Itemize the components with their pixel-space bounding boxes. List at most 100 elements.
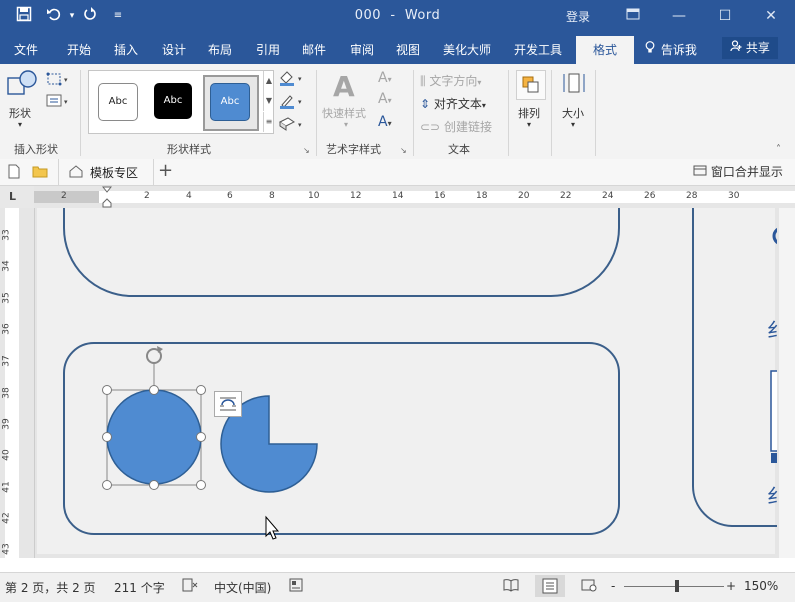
align-text-button[interactable]: ⇕ 对齐文本▾	[420, 95, 486, 112]
style-chip-blue[interactable]: Abc	[210, 83, 250, 121]
gallery-more-icon[interactable]: ≡	[263, 112, 274, 132]
tab-view[interactable]: 视图	[396, 41, 420, 58]
text-effects-icon[interactable]: A▾	[378, 114, 392, 130]
text-fill-icon[interactable]: A▾	[378, 70, 392, 86]
shapes-icon[interactable]	[6, 68, 40, 102]
zoom-level[interactable]: 150%	[744, 579, 778, 593]
maximize-icon[interactable]: ☐	[712, 6, 738, 26]
zoom-slider-track[interactable]	[624, 586, 724, 587]
read-mode-icon[interactable]	[503, 578, 519, 595]
zoom-slider-thumb[interactable]	[675, 580, 679, 592]
arrange-dropdown-icon[interactable]: ▾	[527, 120, 531, 129]
template-zone-tab[interactable]: 模板专区	[58, 159, 154, 185]
ruler-tick: 40	[1, 449, 12, 461]
share-button[interactable]: 共享	[722, 37, 778, 59]
selected-circle-shape	[106, 389, 202, 485]
layout-options-icon[interactable]	[214, 391, 242, 417]
horizontal-ruler[interactable]: 2 2 4 6 8 10 12 14 16 18 20 22 24 26 28 …	[34, 186, 795, 208]
style-chip-black[interactable]: Abc	[154, 83, 192, 119]
group-divider	[551, 70, 552, 156]
size-icon[interactable]	[560, 70, 588, 98]
ruler-tick: 42	[1, 512, 12, 524]
edit-shape-icon[interactable]: ▾	[46, 72, 70, 89]
zoom-out-button[interactable]: -	[611, 579, 615, 593]
ruler-tick: 8	[269, 191, 275, 201]
ruler-tick: 38	[1, 387, 12, 399]
web-layout-icon[interactable]	[581, 578, 597, 595]
ruler-tick: 28	[686, 191, 698, 201]
tab-home[interactable]: 开始	[67, 41, 91, 58]
text-outline-icon[interactable]: A▾	[378, 91, 392, 107]
login-link[interactable]: 登录	[566, 8, 590, 25]
ribbon-panel: 形状 ▾ ▾ ▾ 插入形状 Abc Abc Abc ▲ ▼ ≡ ▾ ▾ ▾ 形状…	[0, 64, 795, 160]
tell-me-box[interactable]: 告诉我	[645, 41, 697, 58]
word-count[interactable]: 211 个字	[114, 579, 165, 596]
new-tab-button[interactable]: +	[158, 160, 173, 181]
group-divider	[413, 70, 414, 156]
ruler-tick: 43	[1, 543, 12, 555]
size-dropdown-icon[interactable]: ▾	[571, 120, 575, 129]
person-icon	[730, 40, 746, 55]
size-button[interactable]: 大小	[562, 105, 584, 121]
minimize-icon[interactable]: —	[666, 6, 692, 26]
arrange-button[interactable]: 排列	[518, 105, 540, 121]
upper-rounded-frame	[63, 208, 620, 297]
shape-styles-group-label: 形状样式	[167, 143, 211, 156]
gallery-up-icon[interactable]: ▲	[263, 71, 274, 91]
ruler-tick: 36	[1, 323, 12, 335]
shape-styles-launcher-icon[interactable]: ↘	[303, 146, 310, 155]
ruler-tick: 34	[1, 260, 12, 272]
zoom-in-button[interactable]: +	[726, 579, 736, 593]
quick-styles-button[interactable]: 快速样式	[322, 105, 366, 121]
ruler-tick: 22	[560, 191, 572, 201]
wordart-launcher-icon[interactable]: ↘	[400, 146, 407, 155]
tab-design[interactable]: 设计	[162, 41, 186, 58]
app-name: Word	[404, 8, 441, 23]
print-layout-icon[interactable]	[535, 575, 565, 597]
text-direction-button[interactable]: ⫼ 文字方向▾	[420, 72, 481, 89]
right-fragment-grid	[770, 370, 777, 452]
ruler-tab-selector[interactable]: L	[0, 186, 35, 208]
shapes-dropdown-icon[interactable]: ▾	[18, 120, 22, 129]
vertical-scrollbar[interactable]	[779, 208, 795, 558]
arrange-icon[interactable]	[516, 70, 546, 100]
shape-fill-icon[interactable]: ▾	[278, 70, 306, 89]
shape-outline-icon[interactable]: ▾	[278, 93, 306, 112]
quick-styles-dropdown-icon[interactable]: ▾	[344, 120, 348, 129]
text-box-icon[interactable]: ▾	[46, 94, 70, 111]
tab-beautify[interactable]: 美化大师	[443, 41, 491, 58]
create-link-button[interactable]: ⊂⊃ 创建链接	[420, 118, 492, 135]
tab-insert[interactable]: 插入	[114, 41, 138, 58]
tab-references[interactable]: 引用	[256, 41, 280, 58]
tab-review[interactable]: 审阅	[350, 41, 374, 58]
ribbon-display-options-icon[interactable]	[620, 6, 646, 26]
shapes-button[interactable]: 形状	[9, 105, 31, 121]
ruler-tick: 12	[350, 191, 362, 201]
window-merge-icon	[693, 165, 711, 179]
ruler-tick: 39	[1, 418, 12, 430]
collapse-ribbon-icon[interactable]: ˄	[776, 144, 781, 155]
proofing-icon[interactable]	[182, 578, 198, 595]
document-canvas[interactable]: 纟 纟	[35, 208, 780, 558]
vertical-ruler[interactable]: 33 34 35 36 37 38 39 40 41 42 43	[0, 208, 35, 558]
tab-layout[interactable]: 布局	[208, 41, 232, 58]
language[interactable]: 中文(中国)	[214, 579, 271, 596]
tab-format[interactable]: 格式	[576, 36, 634, 64]
tab-mailings[interactable]: 邮件	[302, 41, 326, 58]
wordart-quick-styles-icon[interactable]: A	[333, 70, 355, 103]
macro-record-icon[interactable]	[289, 578, 303, 595]
page-count[interactable]: 第 2 页，共 2 页	[5, 579, 96, 596]
tab-developer[interactable]: 开发工具	[514, 41, 562, 58]
svg-text:▾: ▾	[64, 76, 68, 84]
style-chip-outline[interactable]: Abc	[98, 83, 138, 121]
shape-effects-icon[interactable]: ▾	[278, 116, 306, 135]
new-document-icon[interactable]	[8, 164, 20, 182]
home-icon	[69, 165, 83, 181]
text-group-label: 文本	[448, 143, 470, 156]
tab-file[interactable]: 文件	[14, 41, 38, 58]
merge-windows-button[interactable]: 窗口合并显示	[693, 163, 783, 180]
folder-icon[interactable]	[32, 165, 48, 181]
gallery-down-icon[interactable]: ▼	[263, 91, 274, 111]
right-fragment-bar	[771, 453, 777, 463]
close-icon[interactable]: ✕	[758, 6, 784, 26]
